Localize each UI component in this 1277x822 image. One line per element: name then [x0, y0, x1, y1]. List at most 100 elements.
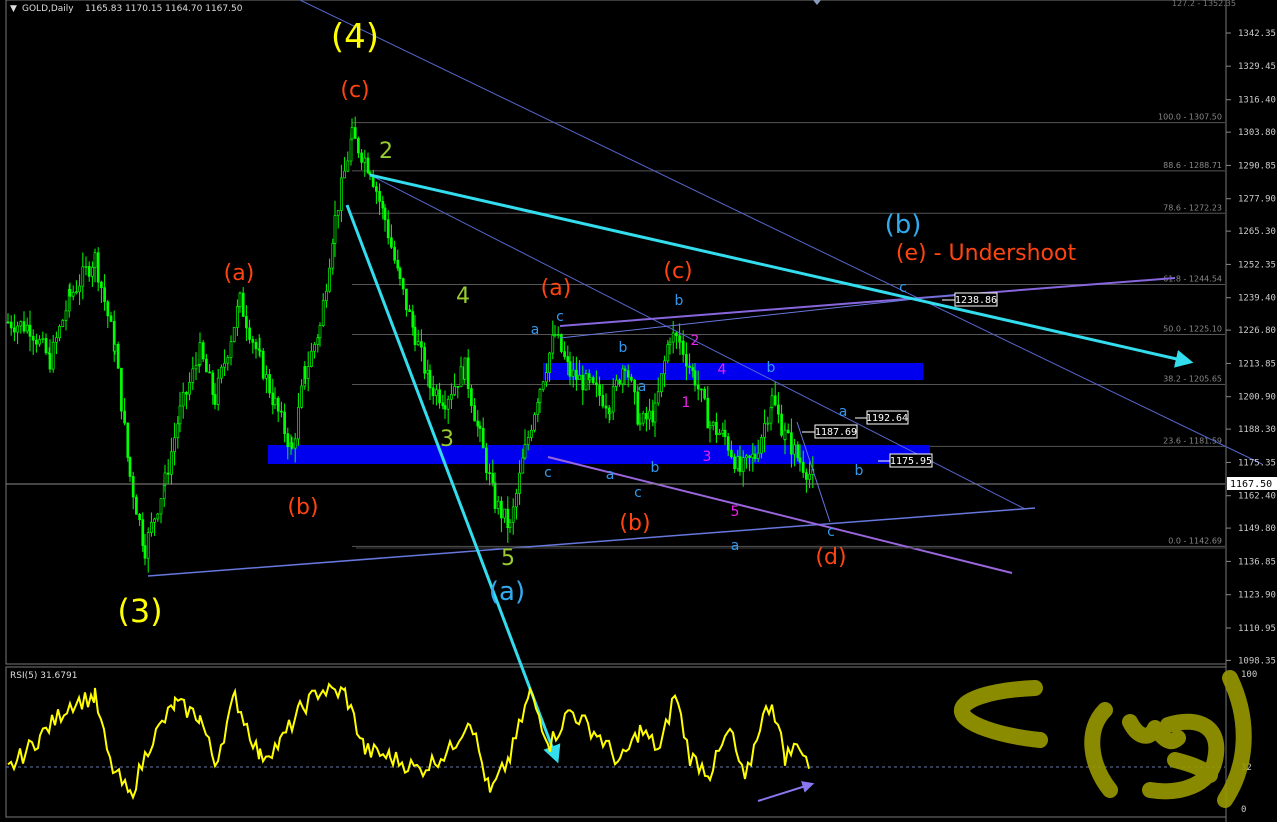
- candle-body: [645, 412, 648, 420]
- candle-body: [71, 291, 75, 297]
- candle-body: [188, 382, 191, 395]
- candle-body: [733, 456, 736, 470]
- candle-body: [226, 357, 230, 364]
- candle-body: [526, 437, 530, 445]
- candle-body: [413, 326, 417, 346]
- candle-body: [753, 453, 757, 460]
- candle-body: [109, 315, 113, 322]
- candle-body: [283, 411, 286, 435]
- wedge-upper-line-2[interactable]: [559, 293, 961, 339]
- price-tick-label: 1290.85: [1238, 161, 1276, 171]
- candle-body: [681, 340, 685, 355]
- candle-body: [310, 350, 313, 367]
- candle-body: [16, 325, 19, 333]
- candle-body: [216, 377, 220, 405]
- candle-body: [25, 324, 29, 332]
- candle-body: [201, 342, 205, 360]
- wave-label: c: [827, 524, 835, 540]
- wedge-upper-line[interactable]: [559, 277, 1176, 327]
- candle-body: [748, 455, 751, 458]
- chart-canvas[interactable]: 127.2 - 1352.35 100.0 - 1307.50 88.6 - 128…: [0, 0, 1277, 822]
- price-tick-label: 1252.35: [1238, 260, 1276, 270]
- price-box-1175-label: 1175.95: [890, 456, 932, 467]
- price-tick-label: 1226.80: [1238, 326, 1276, 336]
- candle-body: [313, 344, 316, 352]
- candle-body: [560, 334, 563, 352]
- candle-body: [723, 429, 727, 438]
- wave-label: b: [651, 460, 660, 476]
- candle-body: [763, 423, 766, 438]
- candle-body: [796, 444, 800, 459]
- wave-label: a: [839, 404, 848, 420]
- candle-body: [633, 379, 636, 393]
- candle-body: [321, 300, 325, 326]
- candle-body: [456, 385, 460, 388]
- price-box-1187-label: 1187.69: [815, 427, 857, 438]
- candle-body: [408, 309, 411, 312]
- candle-body: [411, 311, 415, 328]
- candle-body: [306, 366, 310, 379]
- candle-body: [553, 334, 557, 337]
- candle-body: [143, 545, 147, 559]
- candle-body: [331, 242, 335, 269]
- candle-body: [548, 352, 551, 373]
- price-tick-label: 1110.95: [1238, 624, 1276, 634]
- support-zone-box[interactable]: [268, 445, 930, 464]
- wave-label: b: [855, 463, 864, 479]
- candle-body: [700, 388, 703, 391]
- candle-body: [598, 384, 601, 396]
- candle-body: [41, 338, 45, 340]
- wave-label: b: [619, 340, 628, 356]
- fib-level-label: 0.0 - 1142.69: [1168, 536, 1222, 545]
- candle-body: [443, 405, 447, 410]
- candle-body: [741, 457, 745, 472]
- candle-body: [466, 357, 470, 389]
- candle-body: [232, 327, 236, 342]
- rsi-line: [7, 682, 810, 801]
- candle-body: [191, 368, 195, 383]
- forecast-arrow-wave-a[interactable]: [345, 204, 561, 764]
- candle-body: [491, 473, 495, 484]
- candle-body: [28, 324, 32, 337]
- fib-level-label: 127.2 - 1352.35: [1172, 0, 1236, 8]
- candle-body: [476, 420, 480, 427]
- chart-shift-marker-icon[interactable]: [813, 0, 821, 5]
- author-signature-logo: [954, 670, 1252, 808]
- candle-body: [738, 456, 742, 472]
- candle-body: [493, 482, 497, 509]
- candle-body: [745, 455, 748, 459]
- price-tick-label: 1316.40: [1238, 96, 1276, 106]
- candle-body: [423, 346, 426, 374]
- candle-body: [608, 411, 612, 415]
- candle-body: [783, 429, 787, 440]
- rsi-divergence-arrow[interactable]: [757, 781, 815, 802]
- candle-body: [566, 356, 570, 363]
- outer-channel-line[interactable]: [299, 0, 1263, 465]
- candle-body: [581, 374, 585, 391]
- wave-label: 4: [718, 362, 727, 378]
- candle-body: [106, 301, 110, 317]
- candle-body: [286, 433, 290, 448]
- candle-body: [120, 367, 123, 412]
- candle-body: [721, 429, 725, 434]
- dropdown-arrow-icon[interactable]: ▼: [10, 4, 17, 14]
- candle-body: [801, 461, 805, 473]
- candle-body: [533, 414, 536, 431]
- candle-body: [116, 343, 120, 369]
- forecast-arrow-wave-b[interactable]: [369, 173, 1194, 368]
- wave-label: (b): [885, 210, 922, 240]
- candle-body: [626, 370, 630, 378]
- wave-label: 3: [440, 427, 454, 452]
- candle-body: [438, 389, 441, 404]
- candle-body: [290, 442, 294, 449]
- candle-body: [604, 405, 608, 409]
- wave-label: (b): [287, 495, 318, 520]
- candle-body: [696, 384, 700, 390]
- lower-support-line[interactable]: [147, 507, 1036, 577]
- candle-body: [541, 381, 545, 390]
- candle-body: [128, 457, 132, 477]
- candle-body: [220, 366, 223, 379]
- candle-body: [150, 521, 153, 533]
- candle-body: [521, 457, 525, 474]
- candle-body: [496, 500, 500, 509]
